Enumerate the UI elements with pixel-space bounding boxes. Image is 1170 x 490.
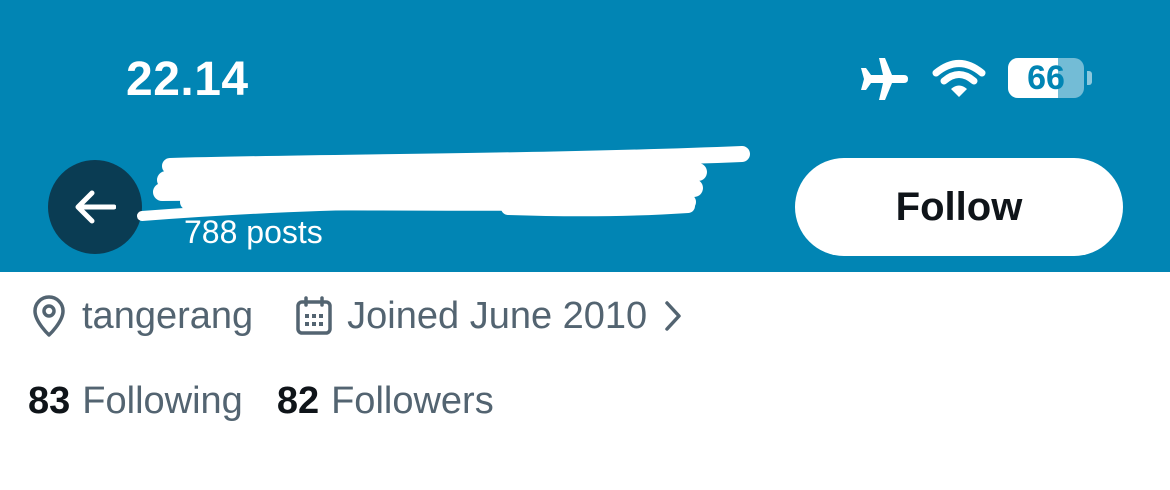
profile-header: 22.14 66 788 posts Follow (0, 0, 1170, 272)
followers-label: Followers (331, 379, 494, 422)
profile-meta: tangerang Joined June 2010 (30, 290, 683, 342)
airplane-icon (861, 58, 908, 100)
battery-cap (1087, 71, 1092, 85)
chevron-right-icon[interactable] (663, 300, 683, 332)
profile-joined-date: Joined June 2010 (347, 294, 648, 337)
arrow-left-icon (75, 190, 116, 224)
followers-count: 82 (276, 379, 320, 422)
following-link[interactable]: 83 Following (28, 380, 243, 423)
wifi-icon (932, 60, 986, 97)
follow-button[interactable]: Follow (795, 158, 1123, 256)
location-pin-icon (33, 295, 65, 337)
following-label: Following (82, 379, 243, 422)
follow-stats: 83 Following 82 Followers (28, 376, 494, 426)
battery-level: 66 (1027, 58, 1065, 97)
followers-link[interactable]: 82 Followers (277, 380, 494, 423)
battery-icon: 66 (1008, 58, 1084, 98)
profile-location: tangerang (82, 294, 254, 337)
post-count: 788 posts (184, 214, 323, 250)
calendar-icon (296, 296, 332, 335)
following-count: 83 (28, 379, 71, 422)
status-time: 22.14 (126, 53, 249, 106)
